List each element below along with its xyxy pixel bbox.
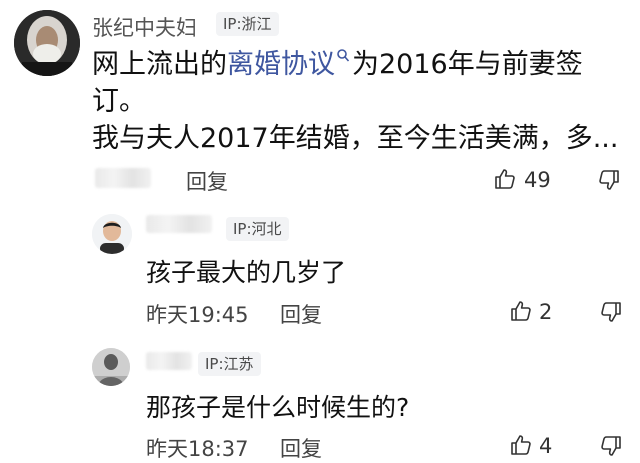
reply-text: 那孩子是什么时候生的? — [146, 393, 410, 422]
thumbs-up-icon[interactable] — [509, 433, 533, 457]
username[interactable]: 张纪中夫妇 — [92, 12, 197, 42]
search-icon[interactable] — [336, 48, 350, 64]
reply-timestamp: 昨天18:37 — [146, 437, 249, 461]
like-count: 2 — [539, 300, 553, 324]
comment-text-part: 网上流出的 — [92, 49, 227, 80]
comment-text: 网上流出的离婚协议 为2016年与前妻签 订。 我与夫人2017年结婚，至今生活美… — [92, 46, 632, 157]
reply-button[interactable]: 回复 — [280, 299, 322, 329]
username-redacted — [146, 215, 212, 233]
reply-text: 孩子最大的几岁了 — [146, 258, 347, 287]
ip-location-badge: IP:浙江 — [216, 12, 279, 36]
avatar[interactable] — [14, 10, 80, 76]
thumbs-down-icon[interactable] — [599, 434, 623, 458]
thumbs-down-icon[interactable] — [599, 300, 623, 324]
like-count: 4 — [539, 434, 553, 458]
thumbs-up-icon[interactable] — [493, 167, 517, 191]
keyword-link[interactable]: 离婚协议 — [227, 49, 335, 80]
reply-timestamp: 昨天19:45 — [146, 303, 249, 327]
comment-text-line: 订。 — [92, 86, 146, 117]
thumbs-down-icon[interactable] — [597, 168, 621, 192]
comment-text-line: 我与夫人2017年结婚，至今生活美满，多... — [92, 123, 619, 154]
reply-button[interactable]: 回复 — [280, 433, 322, 463]
timestamp-redacted — [95, 168, 151, 188]
comment-text-part: 为2016年与前妻签 — [352, 49, 583, 80]
ip-location-badge: IP:江苏 — [198, 352, 261, 376]
avatar[interactable] — [92, 214, 132, 254]
avatar[interactable] — [92, 348, 130, 386]
reply-button[interactable]: 回复 — [186, 166, 228, 196]
like-count: 49 — [524, 168, 551, 192]
thumbs-up-icon[interactable] — [509, 299, 533, 323]
username-redacted — [146, 352, 192, 370]
ip-location-badge: IP:河北 — [226, 217, 289, 241]
